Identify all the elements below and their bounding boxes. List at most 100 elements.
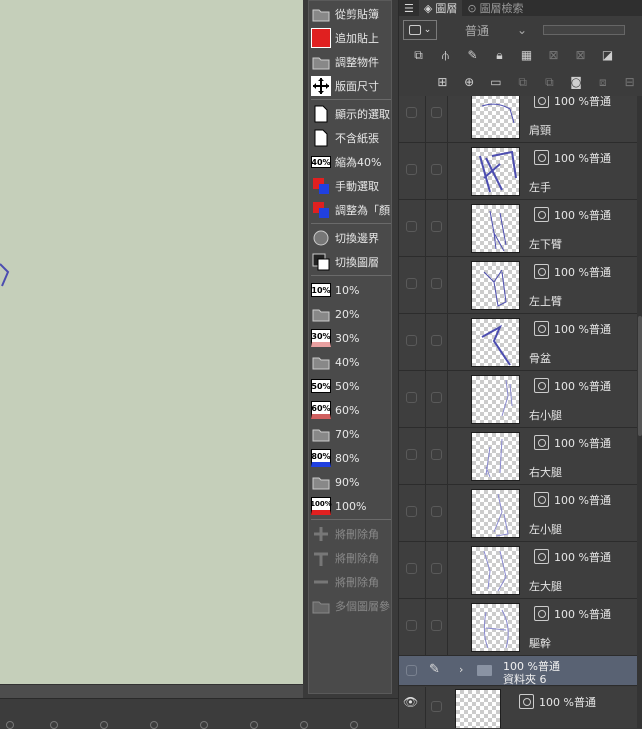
drawing-canvas[interactable]: [0, 0, 303, 684]
visibility-checkbox[interactable]: [406, 164, 417, 175]
panel-menu-icon[interactable]: ☰: [399, 0, 419, 16]
lock-checkbox[interactable]: [431, 335, 442, 346]
cmd-label: 手動選取: [335, 180, 379, 193]
scrollbar-thumb[interactable]: [638, 316, 642, 436]
layer-list[interactable]: 100 %普通 肩頸 100 %普通 左手 100 %普通 左下臂 100 %普…: [399, 96, 637, 728]
reference-icon[interactable]: ⫛: [432, 44, 459, 66]
lock-checkbox[interactable]: [431, 392, 442, 403]
layer-list-scrollbar[interactable]: [637, 96, 642, 728]
lock-checkbox[interactable]: [431, 107, 442, 118]
layer-row[interactable]: 100 %普通 驅幹: [399, 599, 637, 656]
visibility-checkbox[interactable]: [406, 563, 417, 574]
merge-down-icon[interactable]: ⧉: [536, 71, 563, 93]
visibility-checkbox[interactable]: [406, 449, 417, 460]
visibility-checkbox[interactable]: [406, 620, 417, 631]
lock-checkbox[interactable]: [431, 701, 442, 712]
cmd-opacity-10[interactable]: 10% 10%: [309, 278, 391, 302]
command-bar: 從剪貼簿 追加貼上 調整物件 版面尺寸 顯示的選取 不含紙張 40% 縮為40% …: [308, 0, 392, 694]
lock-transparency-icon[interactable]: ▦: [513, 44, 540, 66]
visibility-checkbox[interactable]: [406, 221, 417, 232]
layer-row[interactable]: 100 %普通 左上臂: [399, 257, 637, 314]
visibility-checkbox[interactable]: [406, 107, 417, 118]
cmd-opacity-70[interactable]: 70%: [309, 422, 391, 446]
cmd-delete-corner[interactable]: 將刪除角: [309, 522, 391, 546]
cmd-opacity-40[interactable]: 40%: [309, 350, 391, 374]
cmd-append-paste[interactable]: 追加貼上: [309, 26, 391, 50]
visibility-checkbox[interactable]: [406, 506, 417, 517]
divider: [311, 519, 391, 520]
cmd-opacity-90[interactable]: 90%: [309, 470, 391, 494]
cmd-toggle-border[interactable]: 切換邊界: [309, 226, 391, 250]
cmd-multi-layer-ref[interactable]: 多個圖層參: [309, 594, 391, 618]
tab-label: 圖層: [435, 2, 458, 15]
row-divider: [447, 314, 448, 371]
layer-color-button[interactable]: ⌄: [403, 20, 437, 40]
cmd-show-selection[interactable]: 顯示的選取: [309, 102, 391, 126]
cmd-delete-corner[interactable]: 將刪除角: [309, 546, 391, 570]
visibility-checkbox[interactable]: [406, 278, 417, 289]
new-folder-icon[interactable]: ▭: [483, 71, 510, 93]
cmd-opacity-80[interactable]: 80% 80%: [309, 446, 391, 470]
canvas-horizontal-scrollbar[interactable]: [0, 684, 303, 698]
opacity-slider[interactable]: [543, 25, 625, 35]
cmd-opacity-30[interactable]: 30% 30%: [309, 326, 391, 350]
cmd-toggle-layer[interactable]: 切換圖層: [309, 250, 391, 274]
lock-checkbox[interactable]: [431, 506, 442, 517]
cmd-opacity-20[interactable]: 20%: [309, 302, 391, 326]
panel-tabs: ☰ ◈ 圖層 ⊙ 圖層檢索: [399, 0, 642, 16]
cmd-adjust-color[interactable]: 調整為「顏: [309, 198, 391, 222]
draft-icon[interactable]: ✎: [459, 44, 486, 66]
cmd-opacity-100[interactable]: 100% 100%: [309, 494, 391, 518]
eye-icon[interactable]: 👁︎: [403, 695, 418, 709]
layer-row[interactable]: 100 %普通 左大腿: [399, 542, 637, 599]
cmd-adjust-object[interactable]: 調整物件: [309, 50, 391, 74]
layer-row[interactable]: 100 %普通 左小腿: [399, 485, 637, 542]
create-mask-icon[interactable]: ◙: [563, 71, 590, 93]
layer-row[interactable]: 100 %普通 骨盆: [399, 314, 637, 371]
lock-checkbox[interactable]: [431, 164, 442, 175]
layer-mode: 100 %普通: [539, 696, 596, 709]
cmd-paste-clipboard[interactable]: 從剪貼簿: [309, 2, 391, 26]
layer-row[interactable]: 100 %普通 左手: [399, 143, 637, 200]
cmd-manual-select[interactable]: 手動選取: [309, 174, 391, 198]
cmd-opacity-60[interactable]: 60% 60%: [309, 398, 391, 422]
layer-row[interactable]: 👁︎ 100 %普通: [399, 687, 637, 728]
color-pair-icon[interactable]: ◪: [594, 44, 621, 66]
lock-checkbox[interactable]: [431, 278, 442, 289]
mask-toggle-icon[interactable]: ⊠: [540, 44, 567, 66]
mask-apply-icon[interactable]: ⊠: [567, 44, 594, 66]
lock-checkbox[interactable]: [431, 620, 442, 631]
cmd-opacity-50[interactable]: 50% 50%: [309, 374, 391, 398]
layer-row[interactable]: 100 %普通 右小腿: [399, 371, 637, 428]
visibility-checkbox[interactable]: [406, 335, 417, 346]
tab-layer-search[interactable]: ⊙ 圖層檢索: [462, 0, 528, 16]
clip-icon[interactable]: ⧉: [405, 44, 432, 66]
layer-folder-row[interactable]: ✎ › 100 %普通 資料夾 6: [399, 656, 637, 686]
visibility-checkbox[interactable]: [406, 665, 417, 676]
row-divider: [447, 599, 448, 656]
layer-row[interactable]: 100 %普通 右大腿: [399, 428, 637, 485]
new-raster-layer-icon[interactable]: ⊞: [429, 71, 456, 93]
lock-checkbox[interactable]: [431, 449, 442, 460]
transfer-down-icon[interactable]: ⧉: [509, 71, 536, 93]
chevron-right-icon[interactable]: ›: [459, 663, 463, 676]
apply-mask-icon[interactable]: ⧈: [590, 71, 617, 93]
blend-mode-select[interactable]: 普通 ⌄: [443, 20, 533, 40]
row-divider: [425, 143, 426, 200]
cmd-delete-corner[interactable]: 將刪除角: [309, 570, 391, 594]
cmd-exclude-paper[interactable]: 不含紙張: [309, 126, 391, 150]
layer-row[interactable]: 100 %普通 左下臂: [399, 200, 637, 257]
cmd-label: 調整物件: [335, 56, 379, 69]
cmd-canvas-size[interactable]: 版面尺寸: [309, 74, 391, 98]
lock-icon[interactable]: 🔒︎: [486, 44, 513, 66]
delete-layer-icon[interactable]: ⊟: [616, 71, 642, 93]
visibility-checkbox[interactable]: [406, 392, 417, 403]
cmd-label: 將刪除角: [335, 576, 379, 589]
tab-layers[interactable]: ◈ 圖層: [418, 0, 463, 16]
layer-row[interactable]: 100 %普通 肩頸: [399, 96, 637, 143]
cmd-zoom-40[interactable]: 40% 縮為40%: [309, 150, 391, 174]
new-vector-layer-icon[interactable]: ⊕: [456, 71, 483, 93]
lock-checkbox[interactable]: [431, 221, 442, 232]
lock-checkbox[interactable]: [431, 563, 442, 574]
layer-name: 驅幹: [529, 637, 551, 650]
